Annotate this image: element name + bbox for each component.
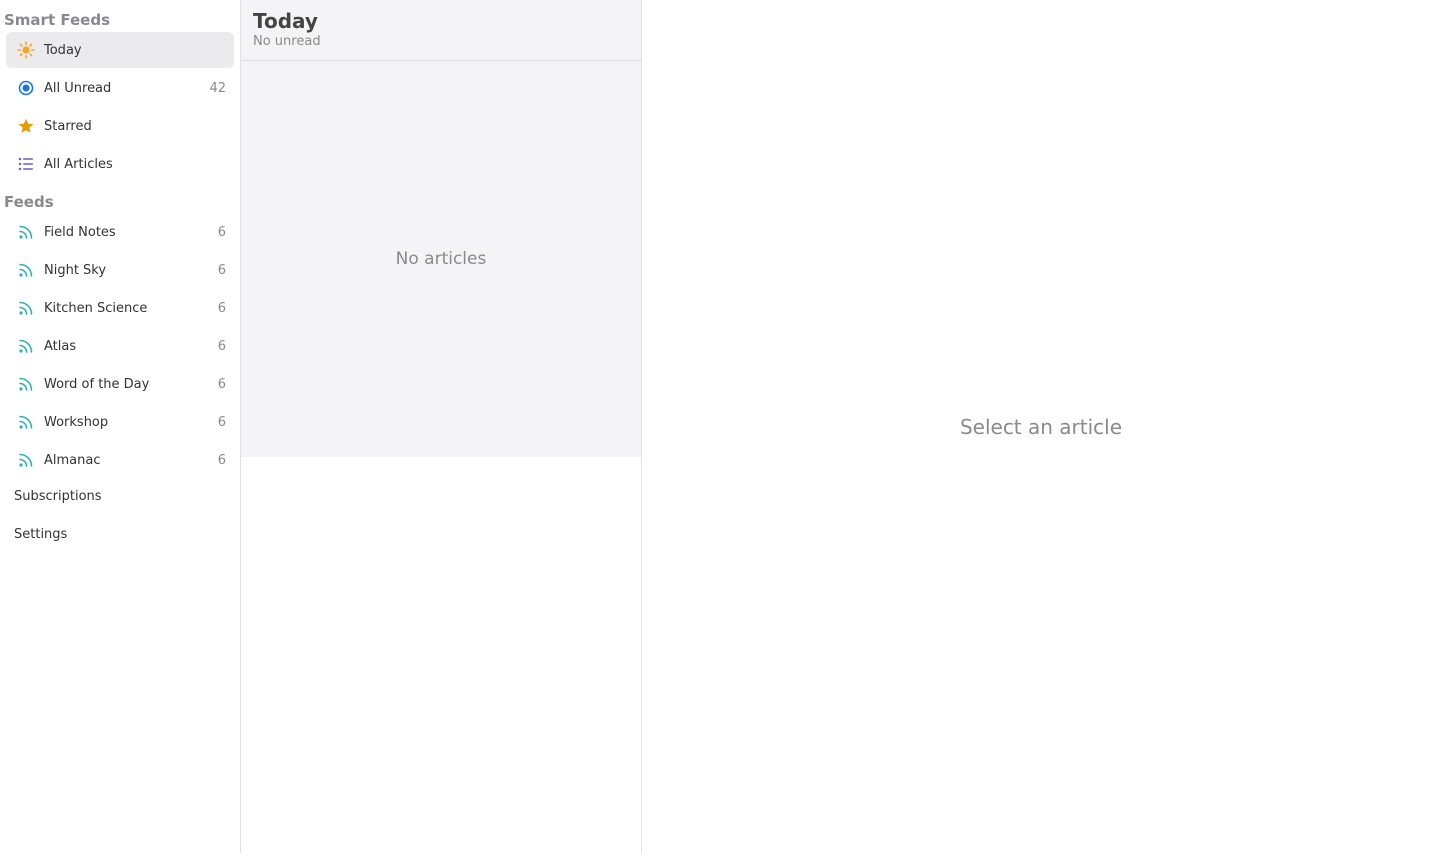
sidebar-item-label: Word of the Day — [44, 376, 150, 392]
sidebar-item-label: Today — [44, 42, 82, 58]
sidebar-item-label: All Unread — [44, 80, 112, 96]
app-window: Smart Feeds Today All Unread 42 Starred … — [0, 0, 1440, 853]
unread-count: 6 — [217, 262, 226, 278]
unread-count: 6 — [217, 224, 226, 240]
sidebar-item-label: Starred — [44, 118, 92, 134]
sidebar-item-label: Field Notes — [44, 224, 116, 240]
star-icon — [16, 116, 36, 136]
sidebar-item-almanac[interactable]: Almanac 6 — [6, 442, 234, 478]
article-list-body: No articles — [241, 61, 641, 457]
rss-icon — [16, 222, 36, 242]
reader-empty-text: Select an article — [959, 414, 1123, 439]
sidebar-item-word-of-the-day[interactable]: Word of the Day 6 — [6, 366, 234, 402]
article-list-header: Today No unread — [241, 0, 641, 61]
sidebar-item-label: Night Sky — [44, 262, 107, 278]
sidebar: Smart Feeds Today All Unread 42 Starred … — [0, 0, 241, 853]
unread-circle-icon — [16, 78, 36, 98]
reader-pane: Select an article — [642, 0, 1440, 853]
rss-icon — [16, 374, 36, 394]
feeds-header: Feeds — [4, 193, 54, 211]
unread-count: 6 — [217, 300, 226, 316]
sun-icon — [16, 40, 36, 60]
sidebar-item-kitchen-science[interactable]: Kitchen Science 6 — [6, 290, 234, 326]
sidebar-item-all-articles[interactable]: All Articles — [6, 146, 234, 182]
list-icon — [16, 154, 36, 174]
sidebar-item-starred[interactable]: Starred — [6, 108, 234, 144]
rss-icon — [16, 298, 36, 318]
article-list-subtitle: No unread — [253, 34, 321, 49]
unread-count: 6 — [217, 452, 226, 468]
settings-link[interactable]: Settings — [14, 527, 67, 542]
article-list-title: Today — [253, 9, 318, 33]
empty-state-text: No articles — [395, 249, 487, 269]
sidebar-item-label: Kitchen Science — [44, 300, 148, 316]
sidebar-item-today[interactable]: Today — [6, 32, 234, 68]
unread-count: 6 — [217, 376, 226, 392]
rss-icon — [16, 336, 36, 356]
unread-count: 42 — [209, 80, 226, 96]
sidebar-item-field-notes[interactable]: Field Notes 6 — [6, 214, 234, 250]
sidebar-item-all-unread[interactable]: All Unread 42 — [6, 70, 234, 106]
subscriptions-link[interactable]: Subscriptions — [14, 489, 102, 504]
rss-icon — [16, 260, 36, 280]
article-list-pane: Today No unread No articles — [241, 0, 642, 853]
sidebar-item-label: Workshop — [44, 414, 109, 430]
sidebar-item-night-sky[interactable]: Night Sky 6 — [6, 252, 234, 288]
sidebar-item-label: Atlas — [44, 338, 77, 354]
unread-count: 6 — [217, 338, 226, 354]
rss-icon — [16, 412, 36, 432]
rss-icon — [16, 450, 36, 470]
unread-count: 6 — [217, 414, 226, 430]
sidebar-item-atlas[interactable]: Atlas 6 — [6, 328, 234, 364]
sidebar-item-workshop[interactable]: Workshop 6 — [6, 404, 234, 440]
sidebar-item-label: All Articles — [44, 156, 113, 172]
smart-feeds-header: Smart Feeds — [4, 11, 110, 29]
sidebar-item-label: Almanac — [44, 452, 101, 468]
